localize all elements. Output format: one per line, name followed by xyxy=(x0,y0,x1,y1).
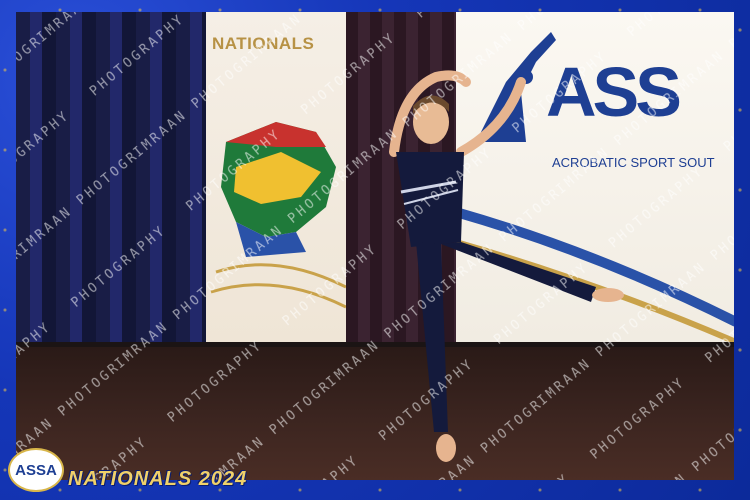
stage-photo: NATIONALS ASS ACROBATIC SPORT SOUT xyxy=(16,12,734,480)
gymnast-figure xyxy=(389,70,624,462)
assa-footer-logo: ASSA xyxy=(8,448,64,492)
photo-frame: NATIONALS ASS ACROBATIC SPORT SOUT ASSA … xyxy=(0,0,750,500)
event-title: NATIONALS 2024 xyxy=(68,468,248,490)
assa-footer-logo-text: ASSA xyxy=(15,461,57,479)
